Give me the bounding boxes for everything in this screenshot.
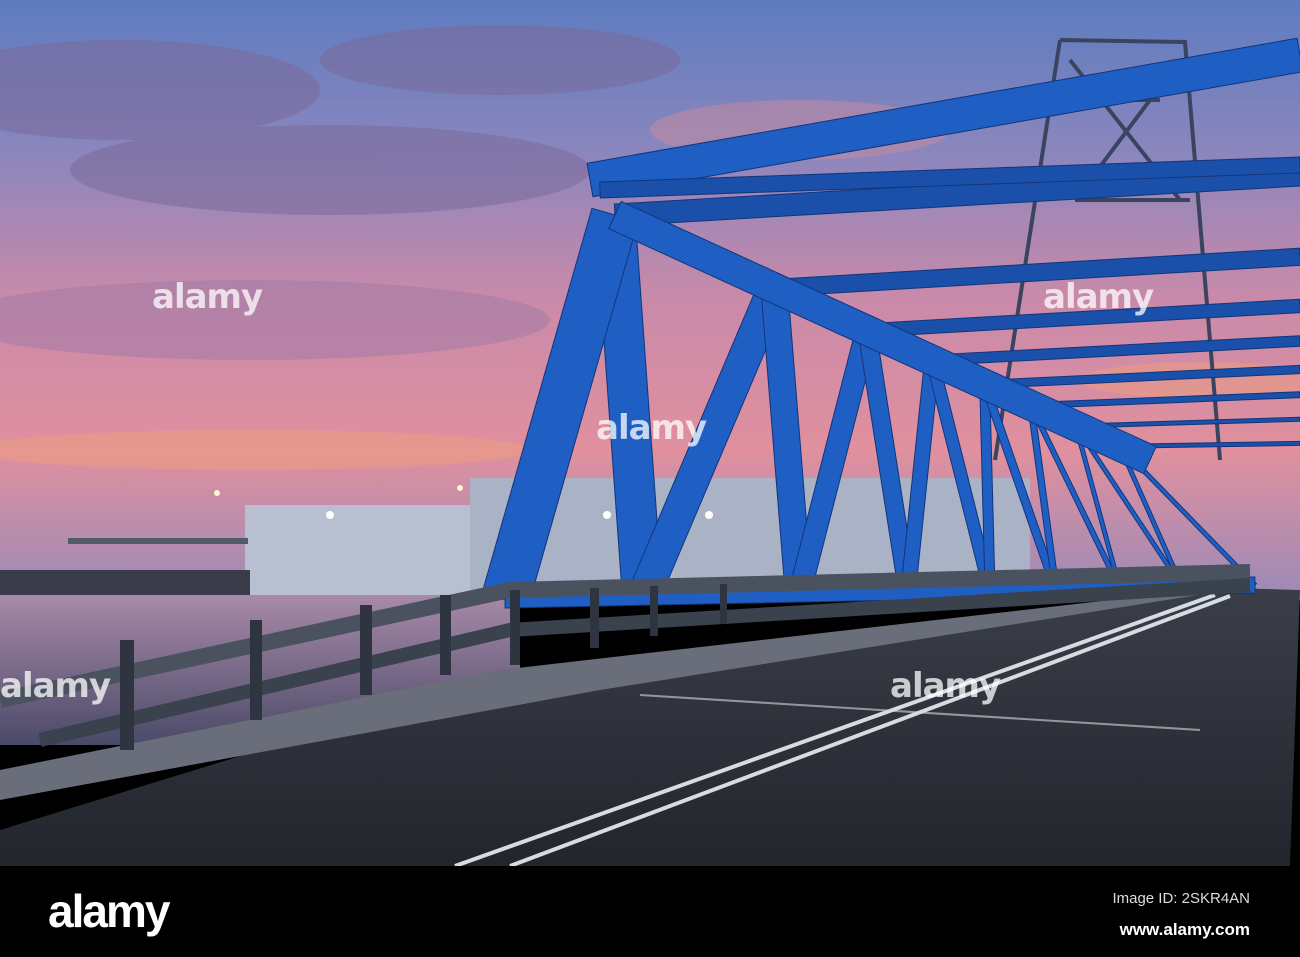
watermark: alamy [152,277,263,317]
alamy-logo[interactable]: alamy [48,884,170,938]
watermark: alamy [1043,277,1154,317]
stock-photo: alamy alamy alamy alamy alamy alamy Imag… [0,0,1300,957]
site-url[interactable]: www.alamy.com [1120,920,1250,940]
footer-bar: alamy Image ID: 2SKR4AN www.alamy.com [0,866,1300,957]
watermark: alamy [0,666,111,706]
watermark: alamy [596,408,707,448]
image-id: Image ID: 2SKR4AN [1112,890,1250,907]
watermark: alamy [890,666,1001,706]
